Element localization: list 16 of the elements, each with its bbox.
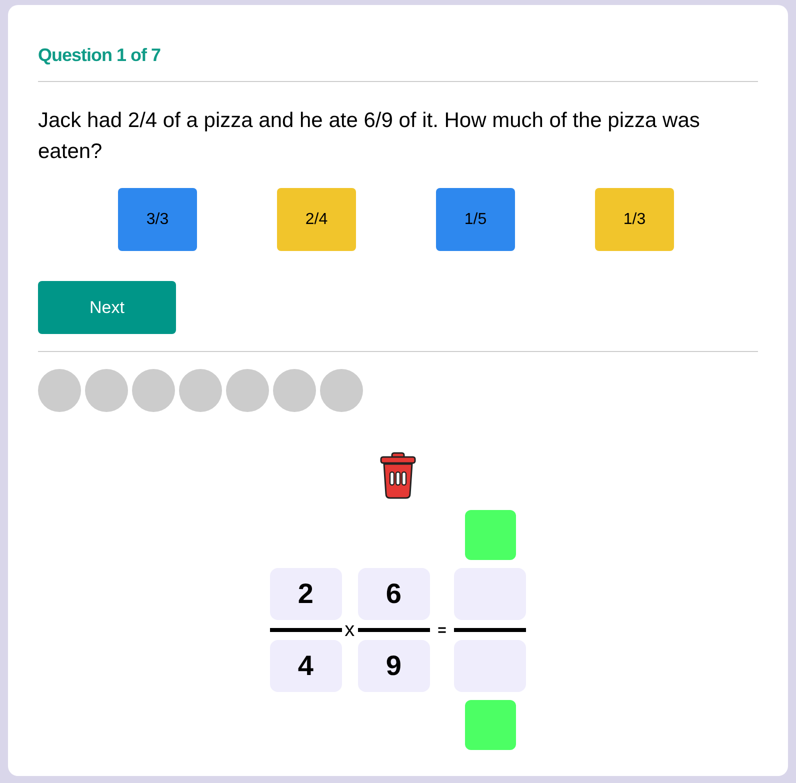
next-button[interactable]: Next [38,281,176,334]
answer-slot[interactable] [464,700,516,750]
question-counter: Question 1 of 7 [38,45,162,66]
operator-sign: x [344,618,355,642]
operator-sign: = [438,622,446,638]
answer-option[interactable]: 2/4 [277,188,356,251]
answer-slot[interactable] [464,510,516,560]
answer-option[interactable]: 1/5 [436,188,515,251]
answer-option[interactable]: 1/3 [595,188,674,251]
answer-option[interactable]: 3/3 [118,188,197,251]
numerator-tile: 6 [358,568,430,620]
denominator-tile: 9 [358,640,430,692]
trash-icon[interactable] [379,452,417,500]
question-text: Jack had 2/4 of a pizza and he ate 6/9 of it. How much of the pizza was eaten? [38,108,701,165]
numerator-tile: 2 [270,568,342,620]
denominator-tile: 4 [270,640,342,692]
